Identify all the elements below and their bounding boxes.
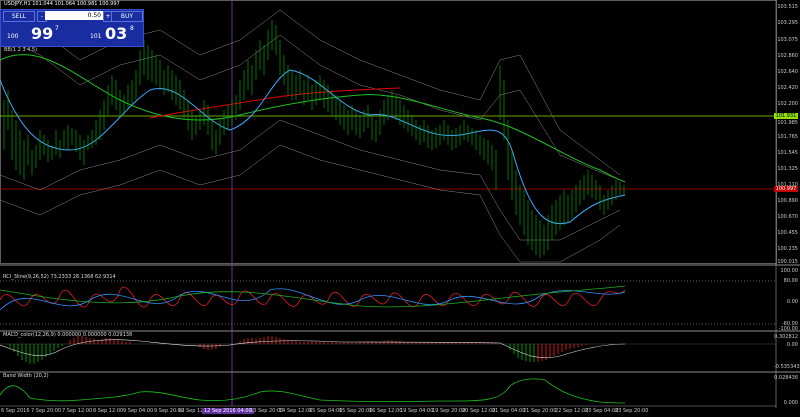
buy-price-pip: 8 <box>130 25 134 32</box>
price-label: 103.515 <box>777 4 798 10</box>
symbol-title: USDJPY,H1 101.044 101.064 100.981 100.99… <box>4 1 120 7</box>
price-label: 101.545 <box>777 150 798 156</box>
time-label: 7 Sep 20:00 <box>31 408 62 414</box>
time-label: 14 Sep 12:00 <box>279 408 313 414</box>
time-label: 6 Sep 2016 <box>1 408 30 414</box>
current-price-badge: 100.997 <box>774 186 798 192</box>
rci-level-label: -100.00 <box>778 326 798 332</box>
price-label: 102.640 <box>777 69 798 75</box>
price-label: 103.295 <box>777 20 798 26</box>
band-width-line <box>0 378 626 404</box>
time-label: 15 Sep 04:00 <box>309 408 343 414</box>
macd-level-label: 0.302812 <box>774 334 798 340</box>
price-label: 100.015 <box>777 259 798 265</box>
bw-level-label: 0.028436 <box>774 375 798 381</box>
crosshair-time-label: 12 Sep 2016 04:00 <box>202 408 254 414</box>
rci-label: RCI_3line(9,26,52) 73.2333 28.1368 62.93… <box>3 274 116 280</box>
time-label: 19 Sep 20:00 <box>432 408 466 414</box>
sell-price-main: 99 <box>31 24 54 43</box>
bb-upper-2 <box>0 34 621 181</box>
sell-price[interactable]: 100 99 7 <box>3 22 71 44</box>
price-label: 102.200 <box>777 101 798 107</box>
price-label: 101.765 <box>777 134 798 140</box>
time-label: 9 Sep 04:00 <box>123 408 154 414</box>
time-label: 23 Sep 04:00 <box>585 408 619 414</box>
sell-button[interactable]: SELL <box>3 11 35 22</box>
rci-level-label: 100.00 <box>780 268 799 274</box>
price-label: 100.890 <box>777 198 798 204</box>
ohlc-values: 101.044 101.064 100.981 100.997 <box>32 1 120 7</box>
time-label: 8 Sep 12:00 <box>93 408 124 414</box>
price-label: 101.985 <box>777 120 798 126</box>
time-label: 15 Sep 20:00 <box>339 408 373 414</box>
band-width-label: Band Width (20,2) <box>3 373 49 379</box>
rci-level-label: 0.00 <box>786 299 798 305</box>
buy-price-prefix: 101 <box>90 33 102 40</box>
macd-level-label: 0.00 <box>786 342 798 348</box>
price-label: 100.235 <box>777 246 798 252</box>
sell-price-prefix: 100 <box>7 33 19 40</box>
ma-green <box>0 54 626 183</box>
chart-indicator-label: BB(1 2 3 4 5) <box>4 47 38 53</box>
price-label: 100.670 <box>777 214 798 220</box>
price-label: 102.420 <box>777 85 798 91</box>
level-price-badge: 101.931 <box>774 113 798 119</box>
chart-canvas[interactable] <box>0 0 800 417</box>
price-label: 100.455 <box>777 230 798 236</box>
price-label: 102.860 <box>777 53 798 59</box>
time-label: 23 Sep 20:00 <box>615 408 649 414</box>
bb-lower-2 <box>0 119 621 241</box>
lot-size-input[interactable]: 0.50 <box>45 11 103 20</box>
rci-level-label: 80.00 <box>783 278 798 284</box>
price-label: 103.075 <box>777 37 798 43</box>
time-label: 7 Sep 12:00 <box>62 408 93 414</box>
time-label: 21 Sep 04:00 <box>492 408 526 414</box>
rci-line-green <box>0 285 626 308</box>
sell-price-pip: 7 <box>55 25 59 32</box>
time-label: 19 Sep 04:00 <box>400 408 434 414</box>
one-click-trading-panel: SELL - 0.50 + BUY 100 99 7 101 03 8 <box>0 9 144 47</box>
macd-level-label: -0.535343 <box>774 364 800 370</box>
bb-lower-3 <box>0 144 621 263</box>
time-label: 16 Sep 12:00 <box>369 408 403 414</box>
buy-price-main: 03 <box>105 24 128 43</box>
rci-line-blue <box>0 288 626 311</box>
bw-level-label: 0.000 <box>783 400 798 406</box>
time-label: 22 Sep 12:00 <box>555 408 589 414</box>
buy-price[interactable]: 101 03 8 <box>74 22 142 44</box>
symbol-name: USDJPY,H1 <box>4 1 31 7</box>
buy-button[interactable]: BUY <box>111 11 143 22</box>
time-label: 20 Sep 12:00 <box>462 408 496 414</box>
price-label: 101.325 <box>777 166 798 172</box>
macd-label: MACD_color(12,26,9) 0.000000 0.000000 0.… <box>3 332 133 338</box>
time-label: 21 Sep 20:00 <box>523 408 557 414</box>
